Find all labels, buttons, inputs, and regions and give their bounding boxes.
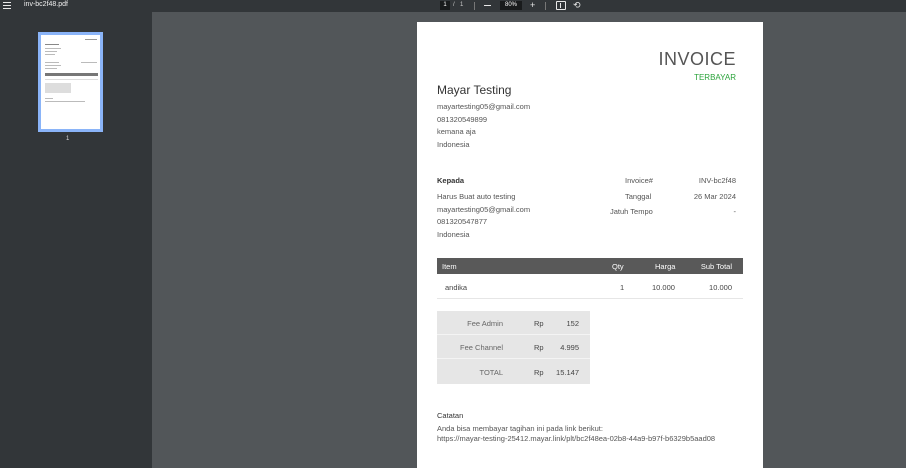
invoice-number-value: INV-bc2f48 — [698, 176, 736, 185]
summary-value: 15.147 — [556, 368, 579, 377]
item-price: 10.000 — [652, 283, 675, 292]
pdf-toolbar: inv-bc2f48.pdf 1 / 1 80% + ⟲ — [0, 0, 906, 12]
summary-value: 152 — [566, 319, 579, 328]
table-row: andika 1 10.000 10.000 — [437, 275, 743, 299]
invoice-title: INVOICE — [658, 49, 736, 69]
summary-box: Fee Admin Rp 152 Fee Channel Rp 4.995 TO… — [437, 311, 590, 384]
minus-icon[interactable] — [484, 5, 491, 6]
thumbnail-sidebar: 1 — [0, 12, 152, 468]
items-table-header: Item Qty Harga Sub Total — [437, 258, 743, 274]
customer-country: Indonesia — [437, 230, 470, 239]
merchant-address: kemana aja — [437, 127, 476, 136]
notes-label: Catatan — [437, 411, 464, 420]
customer-phone: 081320547877 — [437, 217, 488, 226]
notes-text: Anda bisa membayar tagihan ini pada link… — [437, 424, 603, 433]
customer-email: mayartesting05@gmail.com — [437, 205, 531, 214]
customer-name: Harus Buat auto testing — [437, 192, 516, 201]
item-subtotal: 10.000 — [709, 283, 732, 292]
summary-currency: Rp — [534, 343, 544, 352]
summary-value: 4.995 — [560, 343, 579, 352]
pdf-page: INVOICE TERBAYAR Mayar Testing mayartest… — [417, 22, 763, 468]
due-date-value: - — [733, 207, 737, 216]
summary-label: Fee Channel — [460, 343, 503, 352]
due-date-label: Jatuh Tempo — [610, 207, 653, 216]
merchant-name: Mayar Testing — [437, 83, 512, 97]
bill-to-label: Kepada — [437, 176, 465, 185]
summary-row-total: TOTAL Rp 15.147 — [437, 360, 590, 384]
column-header-price: Harga — [655, 262, 676, 271]
summary-row-fee-admin: Fee Admin Rp 152 — [437, 311, 590, 335]
page-thumbnail[interactable] — [38, 32, 103, 132]
summary-currency: Rp — [534, 368, 544, 377]
merchant-country: Indonesia — [437, 140, 470, 149]
invoice-date-value: 26 Mar 2024 — [693, 192, 736, 201]
summary-label: Fee Admin — [467, 319, 503, 328]
summary-currency: Rp — [534, 319, 544, 328]
toolbar-divider — [545, 2, 546, 10]
thumbnail-page-number: 1 — [66, 136, 70, 142]
column-header-qty: Qty — [612, 262, 624, 271]
column-header-subtotal: Sub Total — [700, 262, 732, 271]
payment-status-badge: TERBAYAR — [694, 73, 736, 82]
invoice-date-label: Tanggal — [625, 192, 652, 201]
payment-link[interactable]: https://mayar-testing-25412.mayar.link/p… — [437, 434, 715, 443]
merchant-phone: 081320549899 — [437, 115, 488, 124]
item-name: andika — [445, 283, 468, 292]
item-qty: 1 — [620, 283, 625, 292]
zoom-level-input[interactable]: 80% — [500, 1, 522, 10]
merchant-email: mayartesting05@gmail.com — [437, 102, 531, 111]
toolbar-divider — [474, 2, 475, 10]
page-separator: / — [453, 2, 455, 8]
file-name: inv-bc2f48.pdf — [24, 1, 68, 8]
hamburger-icon[interactable] — [3, 2, 11, 9]
total-pages: 1 — [460, 2, 464, 8]
summary-row-fee-channel: Fee Channel Rp 4.995 — [437, 335, 590, 359]
rotate-icon[interactable]: ⟲ — [573, 0, 581, 11]
fit-to-page-icon[interactable] — [556, 1, 566, 10]
plus-icon[interactable]: + — [530, 0, 535, 11]
column-header-item: Item — [442, 262, 457, 271]
page-number-input[interactable]: 1 — [440, 1, 450, 10]
summary-label: TOTAL — [479, 368, 503, 377]
invoice-number-label: Invoice# — [625, 176, 653, 185]
